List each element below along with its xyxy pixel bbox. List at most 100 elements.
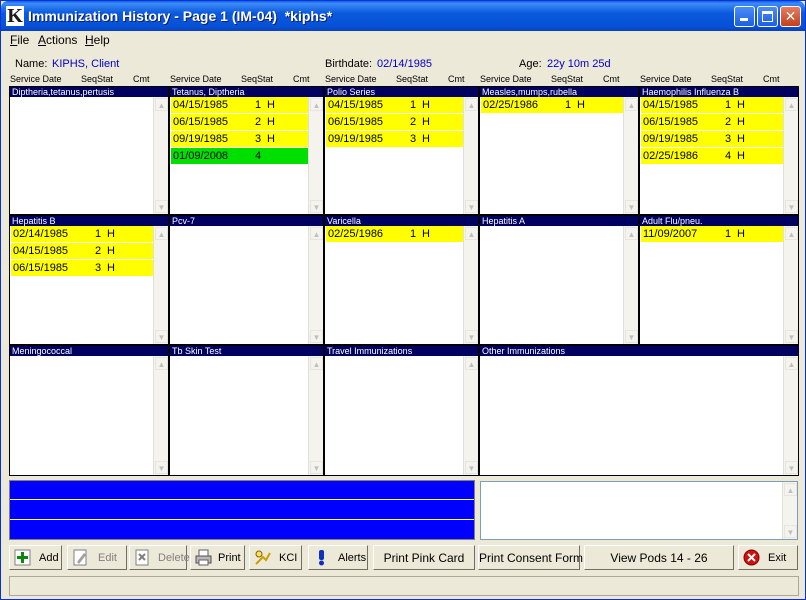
- scroll-up-icon[interactable]: ▲: [310, 227, 323, 240]
- scroll-down-icon[interactable]: ▼: [785, 200, 798, 213]
- immunization-row[interactable]: 04/15/1985 1 H: [326, 97, 463, 113]
- immunization-row[interactable]: 11/09/2007 1 H: [641, 226, 783, 242]
- pod-scrollbar[interactable]: ▲ ▼: [153, 97, 168, 214]
- pod-scrollbar[interactable]: ▲ ▼: [153, 356, 168, 475]
- kci-button[interactable]: KCI: [249, 545, 302, 570]
- vaccine-pod[interactable]: Haemophilis Influenza B 04/15/1985 1 H 06/15…: [639, 86, 799, 215]
- vaccine-pod[interactable]: Other Immunizations ▲ ▼: [479, 345, 799, 476]
- view-pods-label: View Pods 14 - 26: [610, 551, 708, 565]
- scroll-down-icon[interactable]: ▼: [155, 200, 168, 213]
- menu-file[interactable]: File: [10, 33, 29, 47]
- scroll-up-icon[interactable]: ▲: [155, 227, 168, 240]
- vaccine-pod[interactable]: Travel Immunizations ▲ ▼: [324, 345, 479, 476]
- immunization-row[interactable]: 06/15/1985 2 H: [641, 114, 783, 130]
- scroll-down-icon[interactable]: ▼: [465, 461, 478, 474]
- scroll-up-icon[interactable]: ▲: [785, 98, 798, 111]
- scroll-up-icon[interactable]: ▲: [625, 227, 638, 240]
- exit-button[interactable]: Exit: [738, 545, 798, 570]
- immunization-row[interactable]: 01/09/2008 4: [171, 148, 308, 164]
- scroll-up-icon[interactable]: ▲: [465, 98, 478, 111]
- vaccine-pod[interactable]: Polio Series 04/15/1985 1 H 06/15/1985 2 H 09/1…: [324, 86, 479, 215]
- scroll-up-icon[interactable]: ▲: [310, 357, 323, 370]
- view-pods-button[interactable]: View Pods 14 - 26: [584, 545, 734, 570]
- scroll-up-icon[interactable]: ▲: [625, 98, 638, 111]
- scroll-down-icon[interactable]: ▼: [784, 525, 797, 538]
- vaccine-pod[interactable]: Hepatitis B 02/14/1985 1 H 04/15/1985 2 H 06/15…: [9, 215, 169, 345]
- scroll-up-icon[interactable]: ▲: [784, 483, 797, 496]
- scroll-up-icon[interactable]: ▲: [785, 357, 798, 370]
- delete-button[interactable]: Delete: [129, 545, 190, 570]
- menu-help[interactable]: Help: [85, 33, 110, 47]
- immunization-row[interactable]: 09/19/1985 3 H: [326, 131, 463, 147]
- print-pink-card-button[interactable]: Print Pink Card: [373, 545, 475, 570]
- pod-scrollbar[interactable]: ▲ ▼: [783, 226, 798, 344]
- immunization-row[interactable]: 02/25/1986 1 H: [481, 97, 623, 113]
- pod-scrollbar[interactable]: ▲ ▼: [783, 356, 798, 475]
- vaccine-pod[interactable]: Adult Flu/pneu. 11/09/2007 1 H ▲ ▼: [639, 215, 799, 345]
- immunization-row[interactable]: 06/15/1985 2 H: [171, 114, 308, 130]
- scroll-down-icon[interactable]: ▼: [155, 461, 168, 474]
- immunization-row[interactable]: 02/14/1985 1 H: [11, 226, 153, 242]
- scroll-down-icon[interactable]: ▼: [625, 200, 638, 213]
- immunization-row[interactable]: 04/15/1985 1 H: [641, 97, 783, 113]
- scroll-down-icon[interactable]: ▼: [465, 200, 478, 213]
- scroll-up-icon[interactable]: ▲: [310, 98, 323, 111]
- print-consent-form-button[interactable]: Print Consent Form: [478, 545, 583, 570]
- pod-scrollbar[interactable]: ▲ ▼: [783, 97, 798, 214]
- vaccine-pod[interactable]: Varicella 02/25/1986 1 H ▲ ▼: [324, 215, 479, 345]
- immunization-row[interactable]: 09/19/1985 3 H: [641, 131, 783, 147]
- scroll-up-icon[interactable]: ▲: [155, 357, 168, 370]
- status-code: H: [422, 228, 430, 240]
- scroll-up-icon[interactable]: ▲: [465, 357, 478, 370]
- vaccine-pod[interactable]: Diptheria,tetanus,pertusis ▲ ▼: [9, 86, 169, 215]
- close-button[interactable]: ✕: [780, 6, 801, 27]
- add-button[interactable]: Add: [9, 545, 62, 570]
- scroll-down-icon[interactable]: ▼: [785, 461, 798, 474]
- pod-scrollbar[interactable]: ▲ ▼: [308, 226, 323, 344]
- scroll-down-icon[interactable]: ▼: [310, 461, 323, 474]
- minimize-button[interactable]: [734, 6, 755, 27]
- sequence-number: 3: [95, 262, 102, 274]
- title-bar[interactable]: K Immunization History - Page 1 (IM-04) …: [1, 1, 805, 31]
- maximize-button[interactable]: [757, 6, 778, 27]
- scroll-up-icon[interactable]: ▲: [465, 227, 478, 240]
- pod-scrollbar[interactable]: ▲ ▼: [463, 97, 478, 214]
- pod-scrollbar[interactable]: ▲ ▼: [623, 226, 638, 344]
- vaccine-pod[interactable]: Hepatitis A ▲ ▼: [479, 215, 639, 345]
- scroll-down-icon[interactable]: ▼: [310, 200, 323, 213]
- immunization-row[interactable]: 06/15/1985 2 H: [326, 114, 463, 130]
- scroll-down-icon[interactable]: ▼: [785, 330, 798, 343]
- scroll-down-icon[interactable]: ▼: [465, 330, 478, 343]
- scroll-down-icon[interactable]: ▼: [625, 330, 638, 343]
- vaccine-pod[interactable]: Meningococcal ▲ ▼: [9, 345, 169, 476]
- immunization-row[interactable]: 09/19/1985 3 H: [171, 131, 308, 147]
- pod-scrollbar[interactable]: ▲ ▼: [623, 97, 638, 214]
- pod-scrollbar[interactable]: ▲ ▼: [463, 226, 478, 344]
- immunization-row[interactable]: 02/25/1986 4 H: [641, 148, 783, 164]
- pod-scrollbar[interactable]: ▲ ▼: [308, 356, 323, 475]
- notes-box[interactable]: ▲ ▼: [480, 481, 798, 540]
- vaccine-pod[interactable]: Tb Skin Test ▲ ▼: [169, 345, 324, 476]
- scroll-down-icon[interactable]: ▼: [310, 330, 323, 343]
- vaccine-pod[interactable]: Tetanus, Diptheria 04/15/1985 1 H 06/15/1985…: [169, 86, 324, 215]
- pod-scrollbar[interactable]: ▲ ▼: [463, 356, 478, 475]
- menu-actions[interactable]: Actions: [38, 33, 77, 47]
- pod-scrollbar[interactable]: ▲ ▼: [153, 226, 168, 344]
- pod-scrollbar[interactable]: ▲ ▼: [308, 97, 323, 214]
- immunization-row[interactable]: 04/15/1985 2 H: [11, 243, 153, 259]
- immunization-row[interactable]: 02/25/1986 1 H: [326, 226, 463, 242]
- scroll-up-icon[interactable]: ▲: [785, 227, 798, 240]
- pod-title: Meningococcal: [10, 346, 168, 356]
- immunization-row[interactable]: 04/15/1985 1 H: [171, 97, 308, 113]
- alerts-button[interactable]: Alerts: [308, 545, 368, 570]
- vaccine-pod[interactable]: Pcv-7 ▲ ▼: [169, 215, 324, 345]
- notes-scrollbar[interactable]: ▲ ▼: [782, 482, 797, 539]
- vaccine-pod[interactable]: Measles,mumps,rubella 02/25/1986 1 H ▲ ▼: [479, 86, 639, 215]
- edit-button[interactable]: Edit: [67, 545, 127, 570]
- scroll-down-icon[interactable]: ▼: [155, 330, 168, 343]
- messages-panel[interactable]: [9, 480, 475, 540]
- age-label: Age:: [519, 58, 542, 70]
- print-button[interactable]: Print: [190, 545, 245, 570]
- immunization-row[interactable]: 06/15/1985 3 H: [11, 260, 153, 276]
- scroll-up-icon[interactable]: ▲: [155, 98, 168, 111]
